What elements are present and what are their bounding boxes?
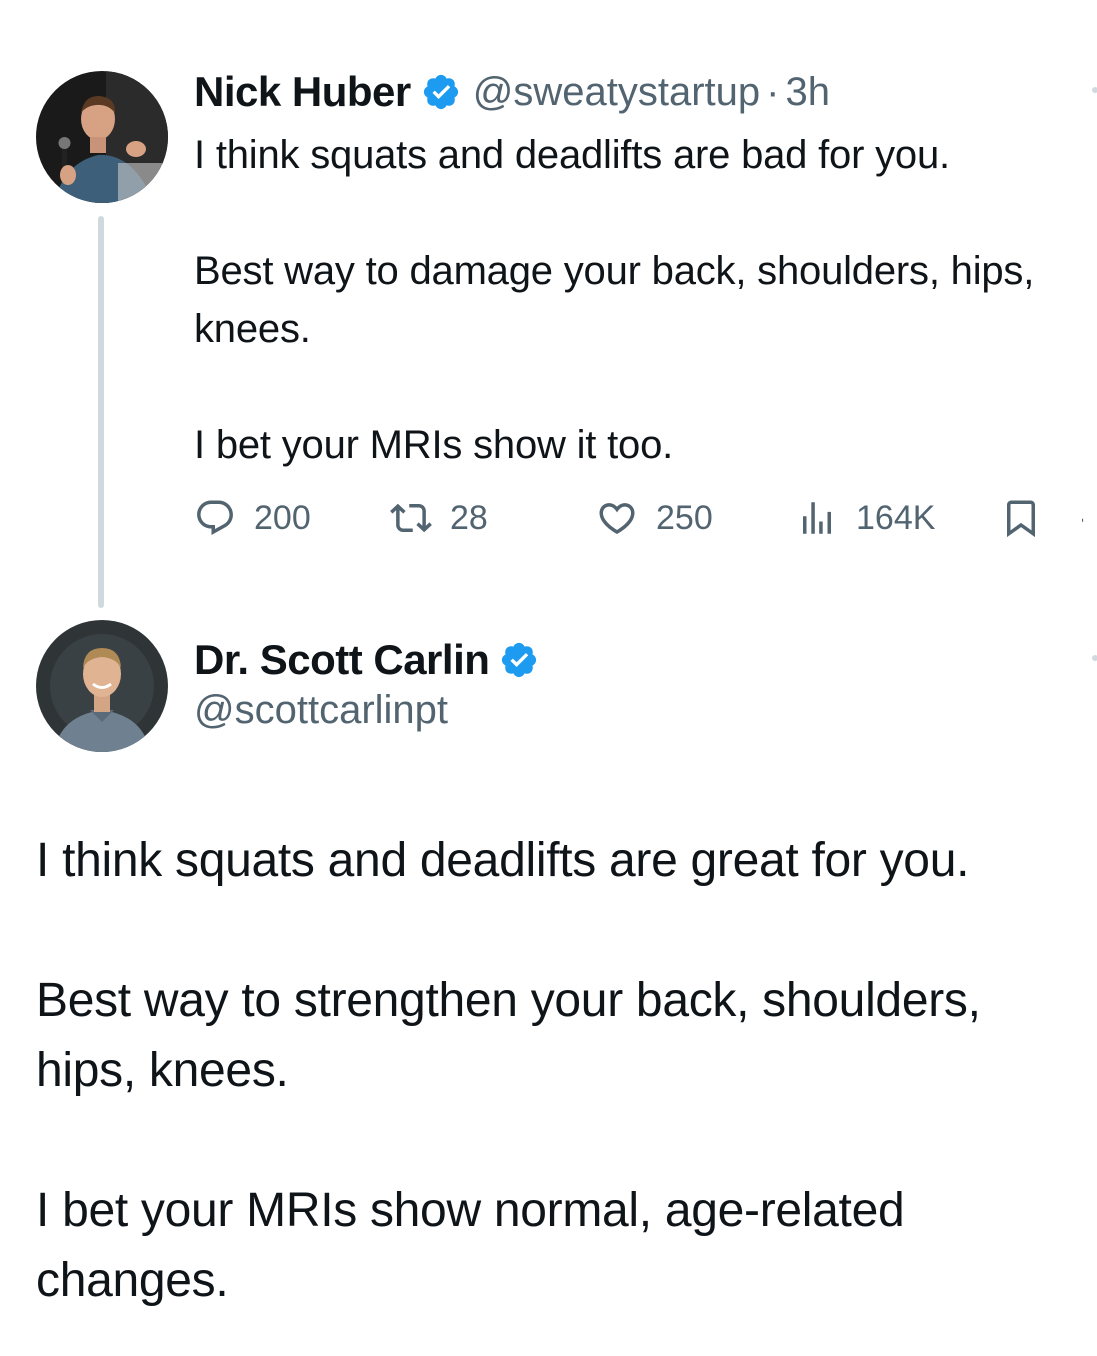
- bookmark-icon: [1007, 500, 1035, 538]
- retweet-icon: [390, 503, 432, 533]
- header-separator: ·: [766, 69, 780, 114]
- reply-button[interactable]: 200: [194, 494, 311, 542]
- views-chart-icon: [803, 502, 831, 534]
- more-options-icon[interactable]: [1092, 87, 1097, 93]
- reply-count: 200: [254, 498, 311, 537]
- verified-badge-icon[interactable]: [421, 72, 461, 112]
- tweet-timestamp[interactable]: 3h: [785, 70, 830, 115]
- author-name[interactable]: Dr. Scott Carlin: [194, 636, 490, 684]
- reply-tweet-text: I think squats and deadlifts are great f…: [36, 826, 1086, 1316]
- original-tweet-header: Nick Huber @sweatystartup · 3h: [194, 66, 830, 118]
- tweet-action-bar: 200 28 250 164K: [194, 494, 1097, 542]
- author-name[interactable]: Nick Huber: [194, 68, 411, 116]
- views-button[interactable]: 164K: [796, 494, 935, 542]
- bookmark-button[interactable]: [1000, 494, 1042, 542]
- tweet-paragraph: I bet your MRIs show it too.: [194, 423, 674, 467]
- retweet-button[interactable]: 28: [390, 494, 488, 542]
- reply-tweet-header: Dr. Scott Carlin: [194, 634, 539, 686]
- retweet-count: 28: [450, 498, 488, 537]
- tweet-paragraph: I think squats and deadlifts are bad for…: [194, 133, 950, 177]
- heart-icon: [599, 503, 635, 535]
- avatar-photo-icon: [36, 620, 168, 752]
- tweet-paragraph: Best way to damage your back, shoulders,…: [194, 249, 1035, 351]
- more-options-icon[interactable]: [1092, 655, 1097, 661]
- like-count: 250: [656, 498, 713, 537]
- scott-carlin-avatar[interactable]: [36, 620, 168, 752]
- original-tweet-text: I think squats and deadlifts are bad for…: [194, 126, 1084, 474]
- nick-huber-avatar[interactable]: [36, 71, 168, 203]
- reply-icon: [197, 500, 233, 535]
- author-handle[interactable]: @sweatystartup: [473, 70, 760, 115]
- tweet-thread-page: Nick Huber @sweatystartup · 3h I think s…: [0, 0, 1097, 1356]
- author-handle[interactable]: @scottcarlinpt: [194, 688, 448, 733]
- verified-badge-icon[interactable]: [499, 640, 539, 680]
- tweet-paragraph: I bet your MRIs show normal, age-related…: [36, 1184, 905, 1307]
- share-icon: [1082, 518, 1084, 522]
- tweet-paragraph: I think squats and deadlifts are great f…: [36, 834, 970, 887]
- like-button[interactable]: 250: [596, 494, 713, 542]
- share-button[interactable]: [1082, 494, 1091, 542]
- views-count: 164K: [856, 498, 936, 537]
- tweet-paragraph: Best way to strengthen your back, should…: [36, 974, 981, 1097]
- thread-connector-line: [98, 216, 104, 608]
- avatar-photo-icon: [36, 71, 168, 203]
